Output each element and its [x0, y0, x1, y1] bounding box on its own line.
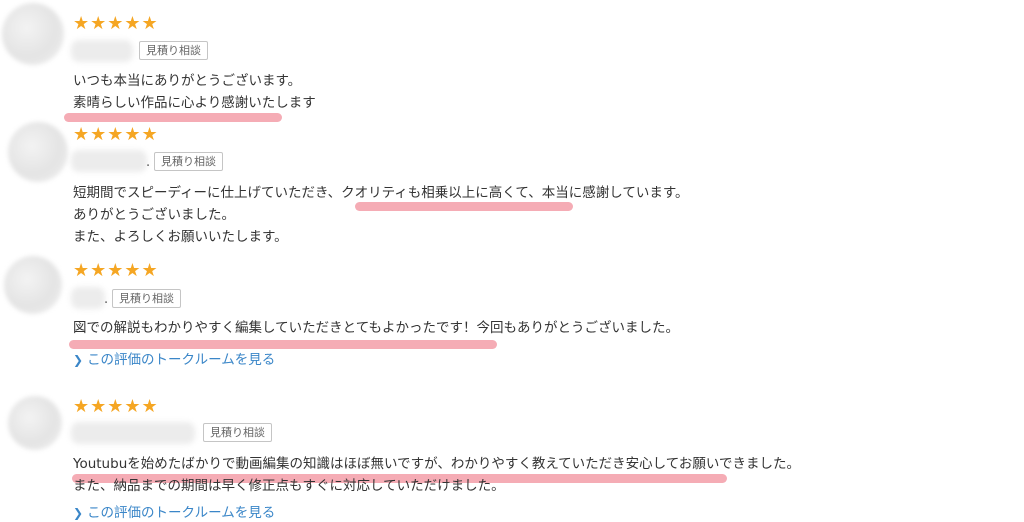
- chevron-right-icon: ❯: [73, 353, 84, 367]
- review-text: 図での解説もわかりやすく編集していただきとてもよかったです！今回もありがとうござ…: [73, 317, 679, 339]
- request-type-badge: 見積り相談: [203, 423, 272, 442]
- review-text-line: ありがとうございました。: [73, 207, 235, 223]
- reviewer-name-blurred: [71, 40, 133, 62]
- review-text-line: また、納品までの期間は早く修正点もすぐに対応していただけました。: [73, 478, 505, 494]
- star-rating: ★★★★★: [73, 260, 159, 281]
- review-text-line: 図での解説もわかりやすく編集していただきとてもよかったです！今回もありがとうござ…: [73, 320, 680, 336]
- reviewer-name-blurred: [71, 150, 147, 172]
- avatar[interactable]: [8, 396, 62, 450]
- avatar[interactable]: [4, 256, 62, 314]
- review-text: 短期間でスピーディーに仕上げていただき、クオリティも相乗以上に高くて、本当に感謝…: [73, 182, 688, 248]
- avatar[interactable]: [8, 122, 68, 182]
- talkroom-link-label: この評価のトークルームを見る: [87, 505, 276, 521]
- reviewer-name-suffix: .: [146, 155, 151, 170]
- review-text: Youtubuを始めたばかりで動画編集の知識はほぼ無いですが、わかりやすく教えて…: [73, 453, 800, 497]
- reviewer-name-suffix: .: [104, 292, 109, 307]
- review-text-line: Youtubuを始めたばかりで動画編集の知識はほぼ無いですが、わかりやすく教えて…: [73, 456, 800, 472]
- request-type-badge: 見積り相談: [112, 289, 181, 308]
- reviewer-name-blurred: [71, 287, 105, 309]
- review-text-line: また、よろしくお願いいたします。: [73, 229, 288, 245]
- review-text: いつも本当にありがとうございます。 素晴らしい作品に心より感謝いたします: [73, 70, 316, 114]
- review-text-line: 短期間でスピーディーに仕上げていただき、クオリティも相乗以上に高くて、本当に感謝…: [73, 185, 689, 201]
- highlight-mark: [69, 340, 497, 349]
- review-text-line: いつも本当にありがとうございます。: [73, 73, 302, 89]
- chevron-right-icon: ❯: [73, 506, 84, 520]
- talkroom-link[interactable]: ❯ この評価のトークルームを見る: [73, 504, 275, 522]
- talkroom-link[interactable]: ❯ この評価のトークルームを見る: [73, 351, 275, 369]
- star-rating: ★★★★★: [73, 124, 159, 145]
- avatar[interactable]: [2, 3, 64, 65]
- star-rating: ★★★★★: [73, 13, 159, 34]
- talkroom-link-label: この評価のトークルームを見る: [87, 352, 276, 368]
- reviewer-name-blurred: [71, 422, 195, 444]
- request-type-badge: 見積り相談: [139, 41, 208, 60]
- review-text-line: 素晴らしい作品に心より感謝いたします: [73, 95, 316, 111]
- highlight-mark: [64, 113, 282, 122]
- star-rating: ★★★★★: [73, 396, 159, 417]
- request-type-badge: 見積り相談: [154, 152, 223, 171]
